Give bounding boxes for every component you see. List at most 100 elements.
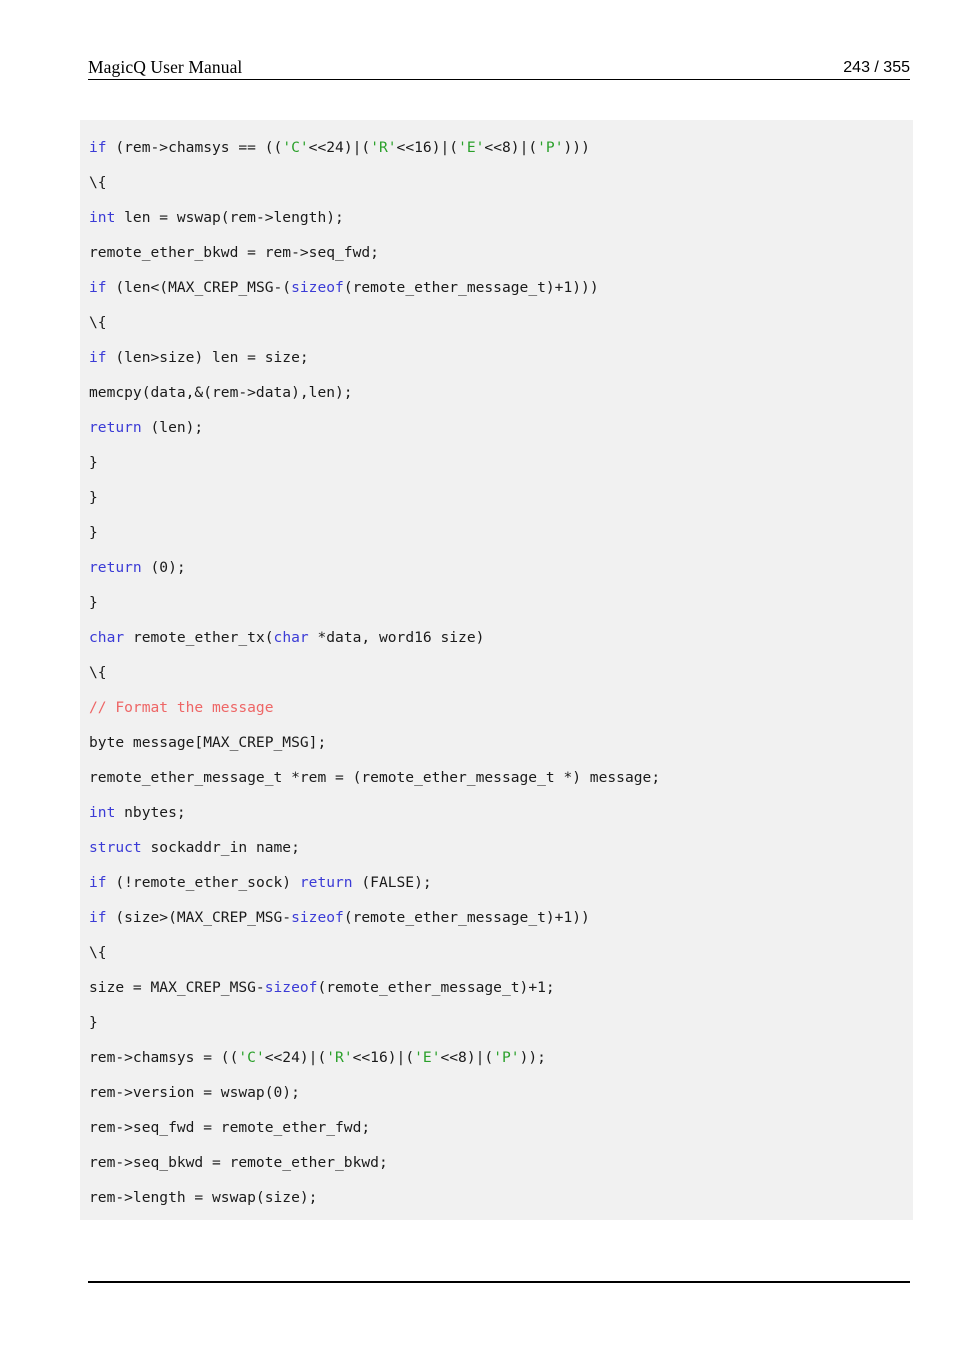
code-token-plain: <<16)|(: [352, 1049, 415, 1066]
code-token-kw: char: [89, 629, 125, 646]
code-token-kw: if: [89, 349, 107, 366]
code-line: int len = wswap(rem->length);: [80, 200, 913, 235]
code-token-plain: }: [89, 489, 98, 506]
code-line: int nbytes;: [80, 795, 913, 830]
code-line: byte message[MAX_CREP_MSG];: [80, 725, 913, 760]
code-token-plain: byte message[MAX_CREP_MSG];: [89, 734, 327, 751]
document-page: MagicQ User Manual 243 / 355 if (rem->ch…: [0, 0, 954, 1350]
code-token-kw: if: [89, 279, 107, 296]
code-line: rem->chamsys = (('C'<<24)|('R'<<16)|('E'…: [80, 1040, 913, 1075]
code-line: if (len>size) len = size;: [80, 340, 913, 375]
code-token-plain: }: [89, 594, 98, 611]
code-token-plain: (len<(MAX_CREP_MSG-(: [106, 279, 292, 296]
code-token-plain: \{: [89, 944, 107, 961]
code-token-str: 'C': [238, 1049, 265, 1066]
code-token-kw: return: [89, 559, 142, 576]
code-line: struct sockaddr_in name;: [80, 830, 913, 865]
code-token-plain: (rem->chamsys == ((: [106, 139, 283, 156]
code-line: \{: [80, 935, 913, 970]
code-token-kw: sizeof: [264, 979, 318, 996]
code-token-str: 'E': [458, 139, 485, 156]
code-line: }: [80, 445, 913, 480]
code-token-plain: \{: [89, 664, 107, 681]
code-token-plain: remote_ether_tx(: [124, 629, 274, 646]
code-token-plain: rem->length = wswap(size);: [89, 1189, 318, 1206]
code-token-kw: struct: [89, 839, 142, 856]
code-line: rem->seq_bkwd = remote_ether_bkwd;: [80, 1145, 913, 1180]
code-token-plain: <<24)|(: [264, 1049, 327, 1066]
code-token-str: 'R': [370, 139, 397, 156]
code-token-kw: int: [89, 804, 116, 821]
code-line: size = MAX_CREP_MSG-sizeof(remote_ether_…: [80, 970, 913, 1005]
code-line: if (rem->chamsys == (('C'<<24)|('R'<<16)…: [80, 130, 913, 165]
code-line: if (!remote_ether_sock) return (FALSE);: [80, 865, 913, 900]
code-token-str: 'R': [326, 1049, 353, 1066]
code-token-plain: rem->seq_fwd = remote_ether_fwd;: [89, 1119, 371, 1136]
code-line: \{: [80, 655, 913, 690]
code-token-plain: (remote_ether_message_t)+1;: [317, 979, 555, 996]
code-token-kw: sizeof: [291, 279, 344, 296]
code-token-plain: remote_ether_bkwd = rem->seq_fwd;: [89, 244, 379, 261]
code-token-plain: <<8)|(: [440, 1049, 494, 1066]
code-line: \{: [80, 165, 913, 200]
code-line: return (len);: [80, 410, 913, 445]
code-token-plain: }: [89, 524, 98, 541]
code-token-plain: (remote_ether_message_t)+1))): [343, 279, 599, 296]
code-token-str: 'C': [282, 139, 309, 156]
code-token-plain: (len);: [141, 419, 204, 436]
code-line: // Format the message: [80, 690, 913, 725]
code-token-plain: rem->chamsys = ((: [89, 1049, 239, 1066]
code-token-plain: (!remote_ether_sock): [106, 874, 300, 891]
code-token-com: // Format the message: [89, 699, 274, 716]
page-header: MagicQ User Manual 243 / 355: [88, 52, 910, 80]
code-token-plain: ));: [519, 1049, 546, 1066]
code-token-plain: (FALSE);: [352, 874, 432, 891]
code-token-plain: \{: [89, 314, 107, 331]
code-token-str: 'E': [414, 1049, 441, 1066]
code-token-plain: remote_ether_message_t *rem = (remote_et…: [89, 769, 661, 786]
code-token-plain: memcpy(data,&(rem->data),len);: [89, 384, 353, 401]
code-token-kw: return: [299, 874, 353, 891]
code-token-plain: sockaddr_in name;: [141, 839, 300, 856]
code-line: }: [80, 585, 913, 620]
code-token-plain: }: [89, 1014, 98, 1031]
code-line: }: [80, 1005, 913, 1040]
code-line: remote_ether_message_t *rem = (remote_et…: [80, 760, 913, 795]
code-line: return (0);: [80, 550, 913, 585]
code-token-plain: ))): [563, 139, 590, 156]
code-token-plain: size = MAX_CREP_MSG-: [89, 979, 265, 996]
footer-divider: [88, 1281, 910, 1283]
code-line: if (len<(MAX_CREP_MSG-(sizeof(remote_eth…: [80, 270, 913, 305]
code-token-kw: if: [89, 139, 107, 156]
code-token-plain: }: [89, 454, 98, 471]
code-line: rem->version = wswap(0);: [80, 1075, 913, 1110]
code-token-plain: <<16)|(: [396, 139, 459, 156]
code-token-plain: (0);: [141, 559, 186, 576]
code-token-kw: char: [273, 629, 309, 646]
header-page-indicator: 243 / 355: [843, 59, 910, 76]
code-token-kw: if: [89, 909, 107, 926]
code-token-plain: \{: [89, 174, 107, 191]
header-document-title: MagicQ User Manual: [88, 56, 243, 77]
code-line: remote_ether_bkwd = rem->seq_fwd;: [80, 235, 913, 270]
code-line: }: [80, 480, 913, 515]
code-line: rem->seq_fwd = remote_ether_fwd;: [80, 1110, 913, 1145]
code-token-kw: int: [89, 209, 116, 226]
code-token-plain: (remote_ether_message_t)+1)): [343, 909, 590, 926]
code-line: rem->length = wswap(size);: [80, 1180, 913, 1215]
code-line: \{: [80, 305, 913, 340]
code-token-kw: if: [89, 874, 107, 891]
code-token-plain: len = wswap(rem->length);: [115, 209, 344, 226]
code-token-plain: <<8)|(: [484, 139, 538, 156]
code-token-plain: *data, word16 size): [308, 629, 485, 646]
code-line: }: [80, 515, 913, 550]
code-token-str: 'P': [493, 1049, 520, 1066]
code-token-plain: nbytes;: [115, 804, 186, 821]
code-token-str: 'P': [537, 139, 564, 156]
code-token-plain: (size>(MAX_CREP_MSG-: [106, 909, 292, 926]
code-token-kw: sizeof: [291, 909, 344, 926]
code-token-plain: (len>size) len = size;: [106, 349, 309, 366]
code-token-plain: <<24)|(: [308, 139, 371, 156]
code-listing-block: if (rem->chamsys == (('C'<<24)|('R'<<16)…: [80, 120, 913, 1220]
code-line: if (size>(MAX_CREP_MSG-sizeof(remote_eth…: [80, 900, 913, 935]
